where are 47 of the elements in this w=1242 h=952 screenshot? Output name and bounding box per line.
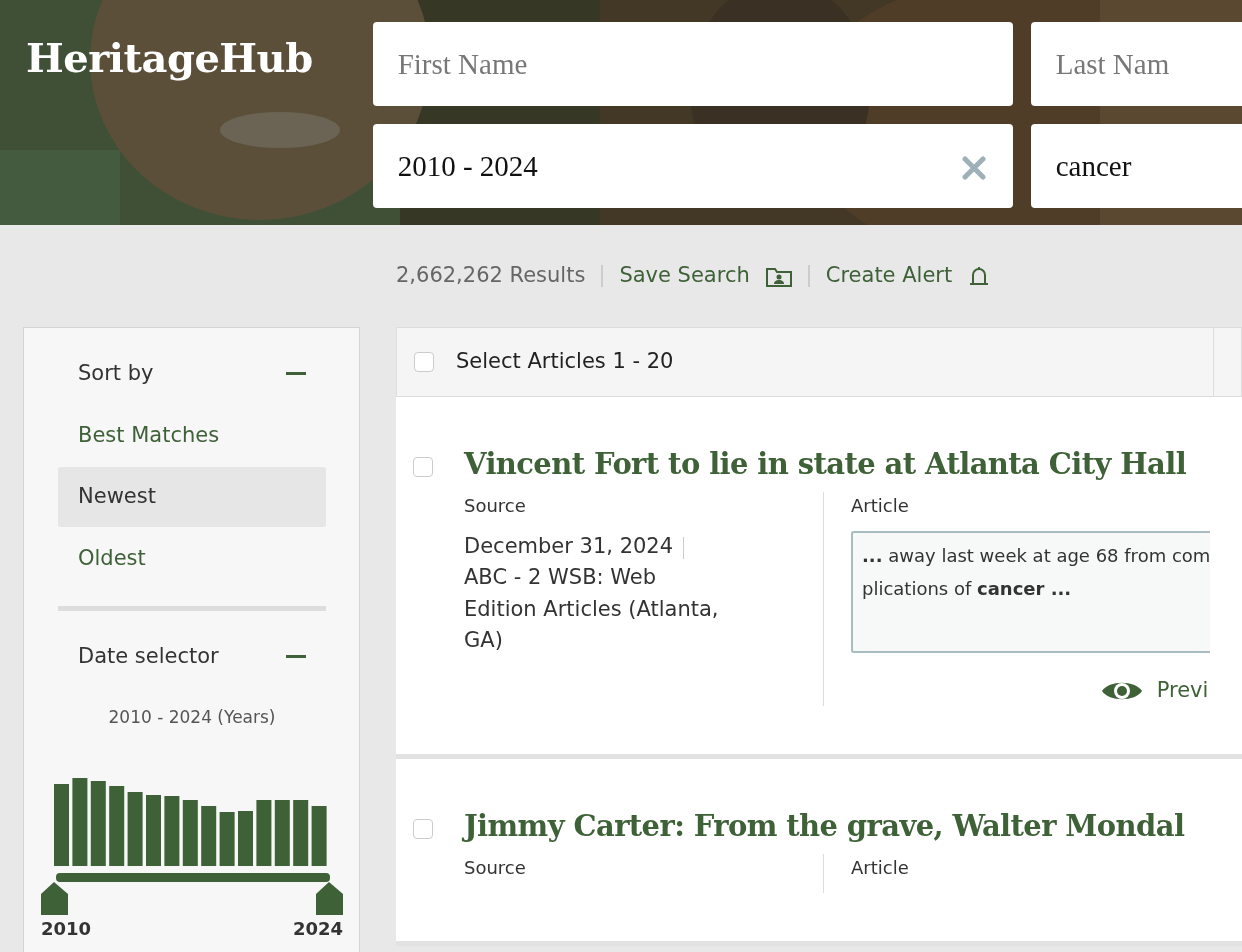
source-label: Source [464, 856, 527, 881]
sort-option[interactable]: Newest [58, 467, 326, 527]
year-label: 2024 [292, 917, 343, 941]
slider-handle[interactable] [41, 882, 68, 915]
publication-name: ABC - 2 WSB: Web Edition Articles (Atlanta, GA) [464, 564, 720, 655]
article-label: Article [851, 493, 910, 518]
snippet-text: plications of cancer ... [862, 577, 1073, 602]
slider-handle[interactable] [316, 882, 343, 915]
histogram-bar [256, 800, 272, 866]
section-title: Sort by [78, 360, 154, 387]
histogram-bar [274, 800, 290, 866]
collapse-icon[interactable] [286, 372, 306, 376]
bell-icon [968, 265, 991, 287]
date-range-label: 2010 - 2024 (Years) [107, 705, 277, 729]
source-label: Source [464, 493, 527, 518]
histogram-bar [293, 800, 309, 866]
checkbox[interactable] [414, 352, 434, 372]
select-label: Select Articles 1 - 20 [456, 348, 674, 376]
checkbox[interactable] [413, 819, 433, 840]
folder-icon [765, 265, 792, 287]
histogram-bar [146, 795, 161, 866]
article-label: Article [851, 856, 910, 881]
collapse-icon[interactable] [286, 655, 306, 659]
snippet-text: ... away last week at age 68 from com [862, 543, 1211, 568]
article-title[interactable]: Vincent Fort to lie in state at Atlanta City Hall [464, 447, 1211, 482]
search-field[interactable]: cancer [1030, 124, 1242, 208]
preview-link[interactable]: Previ [851, 674, 1211, 707]
search-field[interactable]: First Name [372, 22, 1013, 106]
result-count: 2,662,262 Results [396, 262, 586, 290]
article-title[interactable]: Jimmy Carter: From the grave, Walter Mondal [464, 809, 1185, 845]
sort-option[interactable]: Best Matches [58, 405, 326, 465]
sort-option[interactable]: Oldest [58, 528, 326, 588]
search-field[interactable]: Last Nam [1030, 22, 1242, 106]
histogram-bar [219, 812, 235, 866]
year-label: 2010 [41, 917, 92, 941]
checkbox[interactable] [413, 457, 433, 477]
histogram-bar [182, 800, 198, 866]
action-link[interactable]: Save Search [619, 260, 792, 292]
logo[interactable]: HeritageHub [26, 38, 313, 208]
histogram-bar [201, 806, 217, 866]
histogram-bar [238, 811, 253, 866]
action-link[interactable]: Create Alert [825, 260, 991, 292]
search-field[interactable]: 2010 - 2024 [372, 124, 1013, 208]
source-date: December 31, 2024 [464, 532, 674, 560]
histogram-bar [164, 796, 180, 866]
histogram-bar [311, 806, 327, 866]
section-title: Date selector [78, 643, 219, 670]
